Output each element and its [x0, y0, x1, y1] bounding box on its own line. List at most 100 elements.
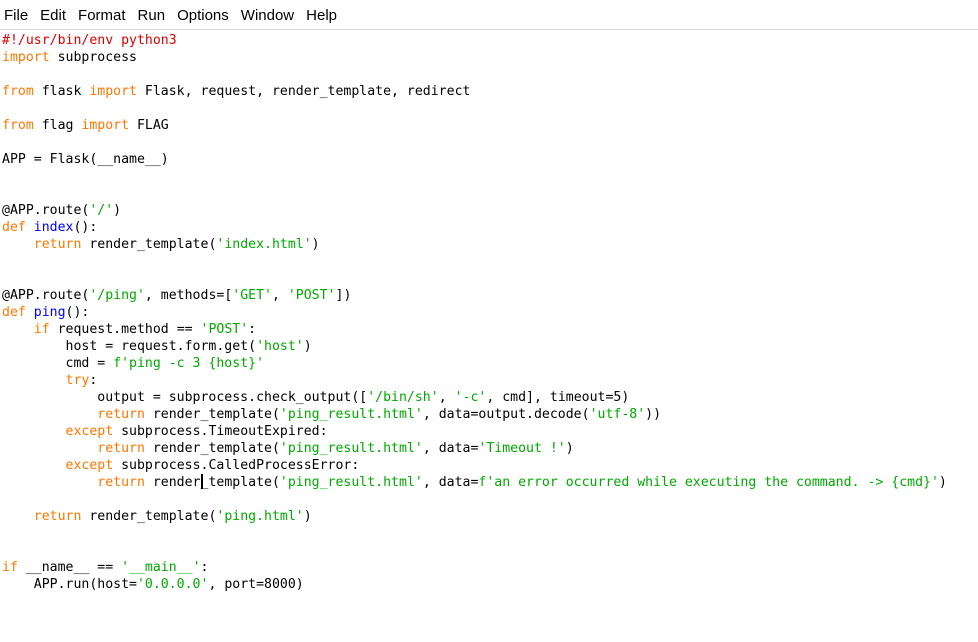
string-token: 'ping_result.html': [279, 441, 423, 456]
keyword-token: import: [2, 50, 50, 65]
code-token: ): [303, 339, 312, 354]
code-token: subprocess: [49, 50, 137, 65]
code-line: from flag import FLAG: [2, 117, 978, 134]
keyword-token: return: [33, 237, 82, 252]
code-line: return render_template('index.html'): [2, 236, 978, 253]
keyword-token: if: [2, 560, 18, 575]
code-token: :: [89, 373, 98, 388]
keyword-token: import: [89, 84, 137, 99]
code-token: APP.run(host=: [2, 577, 137, 592]
code-token: render_template(: [81, 237, 217, 252]
code-line: return render_template('ping_result.html…: [2, 440, 978, 457]
keyword-token: except: [65, 424, 114, 439]
string-token: 'ping_result.html': [279, 407, 423, 422]
code-line: import subprocess: [2, 49, 978, 66]
code-line: if request.method == 'POST':: [2, 321, 978, 338]
code-token: render_template(: [81, 509, 217, 524]
code-token: render_template(: [144, 407, 280, 422]
code-line: host = request.form.get('host'): [2, 338, 978, 355]
code-token: flag: [33, 118, 82, 133]
keyword-token: return: [97, 475, 145, 490]
menu-file[interactable]: File: [0, 0, 34, 30]
code-token: output = subprocess.check_output([: [2, 390, 368, 405]
code-line: APP = Flask(__name__): [2, 151, 978, 168]
string-token: '__main__': [121, 560, 201, 575]
code-line: except subprocess.CalledProcessError:: [2, 457, 978, 474]
menu-help[interactable]: Help: [300, 0, 343, 30]
keyword-token: from: [2, 84, 34, 99]
code-line: from flask import Flask, request, render…: [2, 83, 978, 100]
code-token: subprocess.TimeoutExpired:: [113, 424, 328, 439]
menu-window[interactable]: Window: [235, 0, 300, 30]
code-token: ,: [438, 390, 455, 405]
idle-editor-window: File Edit Format Run Options Window Help…: [0, 0, 978, 642]
code-line: @APP.route('/ping', methods=['GET', 'POS…: [2, 287, 978, 304]
code-token: request.method ==: [49, 322, 201, 337]
code-line: except subprocess.TimeoutExpired:: [2, 423, 978, 440]
string-token: f'ping -c 3 {host}': [113, 356, 265, 371]
code-token: ): [938, 475, 947, 490]
code-line: def ping():: [2, 304, 978, 321]
string-token: f'an error occurred while executing the …: [478, 475, 939, 490]
keyword-token: def: [2, 305, 26, 320]
string-token: 'host': [256, 339, 304, 354]
string-token: '/bin/sh': [367, 390, 439, 405]
code-token: @APP.route(: [2, 288, 90, 303]
code-line: return render_template('ping.html'): [2, 508, 978, 525]
code-token: , data=output.decode(: [422, 407, 590, 422]
code-token: , data=: [422, 441, 479, 456]
code-token: @APP.route(: [2, 203, 90, 218]
keyword-token: import: [81, 118, 130, 133]
code-token: ): [113, 203, 122, 218]
code-token: __name__ ==: [17, 560, 122, 575]
code-token: subprocess.CalledProcessError:: [113, 458, 360, 473]
code-text-area[interactable]: #!/usr/bin/env python3 import subprocess f…: [0, 32, 978, 593]
string-token: 'ping.html': [216, 509, 304, 524]
menu-edit[interactable]: Edit: [34, 0, 72, 30]
string-token: 'POST': [200, 322, 249, 337]
string-token: 'Timeout !': [478, 441, 566, 456]
keyword-token: return: [33, 509, 82, 524]
code-token: ,: [271, 288, 288, 303]
keyword-token: if: [33, 322, 50, 337]
menu-format[interactable]: Format: [72, 0, 132, 30]
code-token: ():: [65, 305, 90, 320]
keyword-token: try: [65, 373, 90, 388]
menu-run[interactable]: Run: [132, 0, 172, 30]
definition-token: ping: [33, 305, 66, 320]
keyword-token: def: [2, 220, 26, 235]
code-line: def index():: [2, 219, 978, 236]
definition-token: index: [33, 220, 74, 235]
menu-bar: File Edit Format Run Options Window Help: [0, 0, 978, 30]
keyword-token: return: [97, 407, 145, 422]
code-editor[interactable]: #!/usr/bin/env python3 import subprocess f…: [0, 30, 978, 642]
code-line: try:: [2, 372, 978, 389]
code-line: return render_template('ping_result.html…: [2, 406, 978, 423]
code-line: #!/usr/bin/env python3: [2, 32, 978, 49]
code-token: cmd =: [2, 356, 114, 371]
code-token: , methods=[: [144, 288, 233, 303]
code-token: ]): [335, 288, 352, 303]
keyword-token: from: [2, 118, 34, 133]
string-token: '/': [89, 203, 114, 218]
code-token: Flask, request, render_template, redirec…: [136, 84, 471, 99]
code-token: ): [565, 441, 574, 456]
string-token: 'ping_result.html': [279, 475, 423, 490]
code-line: cmd = f'ping -c 3 {host}': [2, 355, 978, 372]
menu-options[interactable]: Options: [171, 0, 235, 30]
string-token: 'GET': [232, 288, 272, 303]
